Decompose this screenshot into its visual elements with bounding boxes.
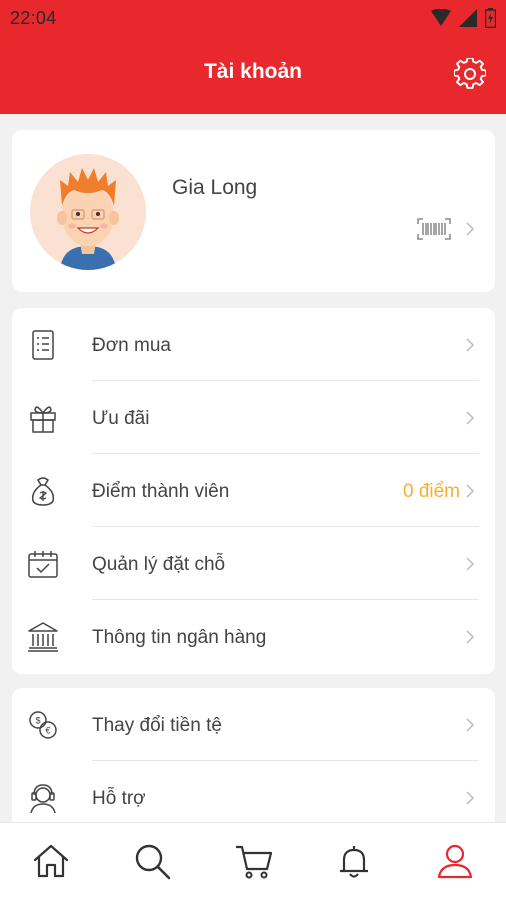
- gear-icon[interactable]: [454, 58, 486, 90]
- menu-item-label: Điểm thành viên: [92, 481, 230, 502]
- chevron-right-icon: [466, 557, 475, 571]
- chevron-right-icon: [466, 338, 475, 352]
- user-avatar[interactable]: [30, 154, 146, 270]
- system-icons: [431, 8, 496, 28]
- menu-item-booking-management[interactable]: Quản lý đặt chỗ: [12, 527, 495, 600]
- svg-text:€: €: [45, 726, 50, 736]
- bank-icon: [28, 622, 58, 652]
- status-time: 22:04: [10, 8, 57, 28]
- menu-item-label: Đơn mua: [92, 335, 171, 356]
- page-title: Tài khoản: [203, 60, 303, 83]
- points-value: 0 điểm: [402, 481, 460, 502]
- calendar-icon: [28, 551, 58, 578]
- app-header: Tài khoản: [0, 36, 506, 114]
- money-bag-icon: [31, 477, 55, 506]
- gift-icon: [30, 406, 56, 433]
- menu-item-label: Thay đổi tiền tệ: [92, 715, 222, 736]
- menu-item-bank-info[interactable]: Thông tin ngân hàng: [12, 600, 495, 673]
- home-icon[interactable]: [31, 841, 71, 881]
- profile-icon[interactable]: [435, 841, 475, 881]
- account-menu-secondary: $ € Thay đổi tiền tệ Hỗ trợ: [12, 688, 495, 838]
- menu-item-orders[interactable]: Đơn mua: [12, 308, 495, 381]
- chevron-right-icon: [466, 791, 475, 805]
- battery-icon: [485, 8, 496, 28]
- svg-text:$: $: [35, 716, 40, 726]
- cart-icon[interactable]: [234, 841, 274, 881]
- profile-name: Gia Long: [172, 176, 258, 199]
- menu-item-label: Ưu đãi: [92, 408, 150, 429]
- bell-icon[interactable]: [334, 841, 374, 881]
- status-bar: 22:04: [0, 0, 506, 36]
- menu-item-change-currency[interactable]: $ € Thay đổi tiền tệ: [12, 688, 495, 761]
- support-agent-icon: [30, 784, 56, 814]
- chevron-right-icon: [466, 222, 475, 236]
- profile-card[interactable]: Gia Long: [12, 130, 495, 292]
- menu-item-label: Thông tin ngân hàng: [92, 627, 267, 648]
- menu-item-member-points[interactable]: Điểm thành viên 0 điểm: [12, 454, 495, 527]
- bottom-navigation: [0, 822, 506, 900]
- menu-item-label: Hỗ trợ: [92, 788, 146, 809]
- chevron-right-icon: [466, 484, 475, 498]
- currency-exchange-icon: $ €: [29, 711, 57, 739]
- account-menu-main: Đơn mua Ưu đãi Điểm thành viên 0 điểm Qu…: [12, 308, 495, 674]
- chevron-right-icon: [466, 718, 475, 732]
- search-icon[interactable]: [132, 841, 172, 881]
- chevron-right-icon: [466, 411, 475, 425]
- wifi-icon: [431, 9, 451, 26]
- avatar-illustration: [57, 168, 119, 270]
- barcode-icon[interactable]: [417, 218, 451, 240]
- orders-list-icon: [32, 330, 54, 360]
- signal-icon: [459, 9, 477, 27]
- menu-item-offers[interactable]: Ưu đãi: [12, 381, 495, 454]
- menu-item-label: Quản lý đặt chỗ: [92, 554, 226, 575]
- chevron-right-icon: [466, 630, 475, 644]
